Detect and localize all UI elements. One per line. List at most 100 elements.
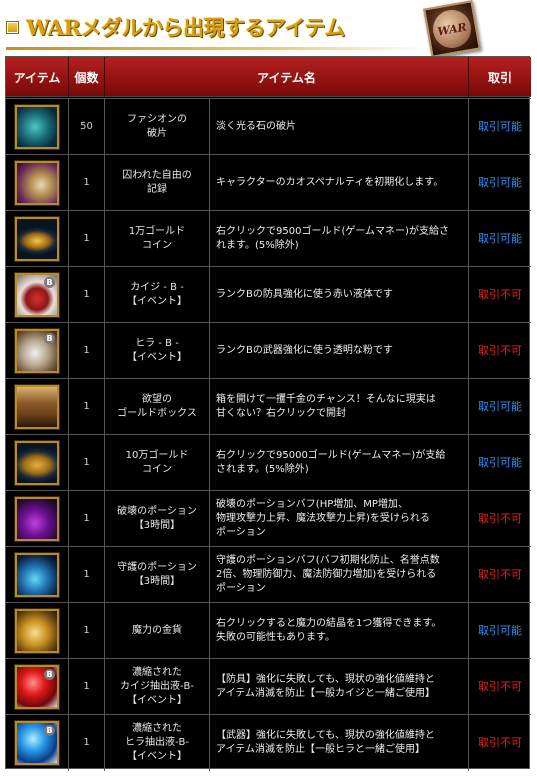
item-description: 【防具】強化に失敗しても、現状の強化値維持と アイテム消滅を防止【一般カイジと一… [210, 659, 469, 715]
trade-status: 取引不可 [478, 288, 522, 301]
item-icon-cell [6, 547, 69, 603]
item-description: 箱を開けて一攫千金のチャンス！そんなに現実は 甘くない？右クリックで開封 [210, 379, 469, 435]
trade-status: 取引不可 [478, 344, 522, 357]
red-orb-icon: B [15, 665, 59, 709]
table-row: B 1 濃縮された ヒラ抽出液-B- 【イベント】 【武器】強化に失敗しても、現状の強… [6, 714, 531, 771]
section-header: WARメダルから出現するアイテム WAR [0, 0, 537, 58]
grade-b-badge: B [44, 277, 55, 288]
item-name: 欲望の ゴールドボックス [105, 379, 210, 435]
item-description: 右クリックで9500ゴールド(ゲームマネー)が支給さ れます。(5%除外) [210, 211, 469, 267]
item-name: ヒラ - B - 【イベント】 [105, 323, 210, 379]
grade-b-badge: B [44, 669, 55, 680]
item-quantity: 1 [69, 491, 105, 547]
table-header: アイテム 個数 アイテム名 取引 [6, 57, 531, 97]
item-name: ファシオンの 破片 [105, 99, 210, 155]
war-medal-logo: WAR [423, 0, 481, 58]
treasure-chest-icon [15, 385, 59, 429]
trade-status: 取引可能 [478, 232, 522, 245]
item-quantity: 1 [69, 659, 105, 715]
item-name: 濃縮された カイジ抽出液-B- 【イベント】 [105, 659, 210, 715]
item-description: 守護のポーションバフ(バフ初期化防止、名誉点数 2倍、物理防御力、魔法防御力増加… [210, 547, 469, 603]
item-quantity: 1 [69, 715, 105, 771]
title-underline [6, 47, 428, 50]
item-quantity: 1 [69, 267, 105, 323]
item-icon-cell: B [6, 659, 69, 715]
item-quantity: 1 [69, 547, 105, 603]
table-row: 1 魔力の金貨 右クリックすると魔力の結晶を1つ獲得できます。 失敗の可能性もありま… [6, 602, 531, 659]
table-row: B 1 ヒラ - B - 【イベント】 ランクBの武器強化に使う透明な粉です 取引不可 [6, 322, 531, 379]
column-header-name: アイテム名 [105, 57, 469, 97]
item-icon-cell: B [6, 267, 69, 323]
item-table: アイテム 個数 アイテム名 取引 50 ファシオンの 破片 淡く光る石の破片 取引可能… [5, 56, 531, 771]
table-row: 1 囚われた自由の 記録 キャラクターのカオスペナルティを初期化します。 取引可能 [6, 154, 531, 211]
item-description: ランクBの武器強化に使う透明な粉です [210, 323, 469, 379]
item-description: 淡く光る石の破片 [210, 99, 469, 155]
item-name: 10万ゴールド コイン [105, 435, 210, 491]
table-row: 1 欲望の ゴールドボックス 箱を開けて一攫千金のチャンス！そんなに現実は 甘くない… [6, 378, 531, 435]
war-logo-text: WAR [429, 6, 475, 52]
item-quantity: 50 [69, 99, 105, 155]
item-name: 囚われた自由の 記録 [105, 155, 210, 211]
table-row: 1 1万ゴールド コイン 右クリックで9500ゴールド(ゲームマネー)が支給さ れま… [6, 210, 531, 267]
item-description: 【武器】強化に失敗しても、現状の強化値維持と アイテム消滅を防止【一般ヒラと一緒… [210, 715, 469, 771]
trade-status: 取引可能 [478, 456, 522, 469]
table-row: 1 破壊のポーション 【3時間】 破壊のポーションバフ(HP増加、MP増加、 物理攻… [6, 490, 531, 547]
item-icon-cell [6, 603, 69, 659]
item-description: ランクBの防具強化に使う赤い液体です [210, 267, 469, 323]
item-quantity: 1 [69, 323, 105, 379]
gold-coin-icon [15, 217, 59, 261]
item-description: 右クリックで95000ゴールド(ゲームマネー)が支給 されます。(5%除外) [210, 435, 469, 491]
scroll-icon [15, 161, 59, 205]
item-description: 右クリックすると魔力の結晶を1つ獲得できます。 失敗の可能性もあります。 [210, 603, 469, 659]
table-row: B 1 カイジ - B - 【イベント】 ランクBの防具強化に使う赤い液体です 取引不可 [6, 266, 531, 323]
trade-status: 取引可能 [478, 176, 522, 189]
grade-b-badge: B [44, 333, 55, 344]
item-quantity: 1 [69, 155, 105, 211]
item-quantity: 1 [69, 211, 105, 267]
trade-status: 取引可能 [478, 120, 522, 133]
trade-status: 取引可能 [478, 400, 522, 413]
page-title: WARメダルから出現するアイテム [26, 15, 345, 40]
item-name: 破壊のポーション 【3時間】 [105, 491, 210, 547]
item-name: カイジ - B - 【イベント】 [105, 267, 210, 323]
item-name: 守護のポーション 【3時間】 [105, 547, 210, 603]
table-row: 1 守護のポーション 【3時間】 守護のポーションバフ(バフ初期化防止、名誉点数 2… [6, 546, 531, 603]
item-icon-cell [6, 491, 69, 547]
item-quantity: 1 [69, 435, 105, 491]
red-potion-icon: B [15, 273, 59, 317]
gold-coins-icon [15, 609, 59, 653]
column-header-item: アイテム [6, 57, 69, 97]
item-name: 魔力の金貨 [105, 603, 210, 659]
column-header-trade: 取引 [487, 70, 512, 85]
item-description: キャラクターのカオスペナルティを初期化します。 [210, 155, 469, 211]
item-name: 1万ゴールド コイン [105, 211, 210, 267]
item-quantity: 1 [69, 379, 105, 435]
blue-orb-icon: B [15, 721, 59, 765]
purple-flask-icon [15, 497, 59, 541]
grade-b-badge: B [44, 725, 55, 736]
table-row: 50 ファシオンの 破片 淡く光る石の破片 取引可能 [6, 98, 531, 155]
item-quantity: 1 [69, 603, 105, 659]
item-icon-cell [6, 379, 69, 435]
trade-status: 取引不可 [478, 512, 522, 525]
item-icon-cell [6, 155, 69, 211]
item-icon-cell [6, 435, 69, 491]
trade-status: 取引不可 [478, 736, 522, 749]
blue-flask-icon [15, 553, 59, 597]
trade-status: 取引不可 [478, 568, 522, 581]
trade-status: 取引不可 [478, 680, 522, 693]
item-name: 濃縮された ヒラ抽出液-B- 【イベント】 [105, 715, 210, 771]
jade-shard-icon [15, 105, 59, 149]
item-icon-cell: B [6, 715, 69, 771]
item-icon-cell [6, 99, 69, 155]
table-row: 1 10万ゴールド コイン 右クリックで95000ゴールド(ゲームマネー)が支給 さ… [6, 434, 531, 491]
item-icon-cell [6, 211, 69, 267]
coin-stack-icon [15, 441, 59, 485]
column-header-qty: 個数 [69, 57, 105, 97]
item-description: 破壊のポーションバフ(HP増加、MP増加、 物理攻撃力上昇、魔法攻撃力上昇)を受… [210, 491, 469, 547]
powder-bag-icon: B [15, 329, 59, 373]
table-row: B 1 濃縮された カイジ抽出液-B- 【イベント】 【防具】強化に失敗しても、現状の… [6, 658, 531, 715]
bullet-icon [6, 21, 19, 34]
trade-status: 取引可能 [478, 624, 522, 637]
item-icon-cell: B [6, 323, 69, 379]
